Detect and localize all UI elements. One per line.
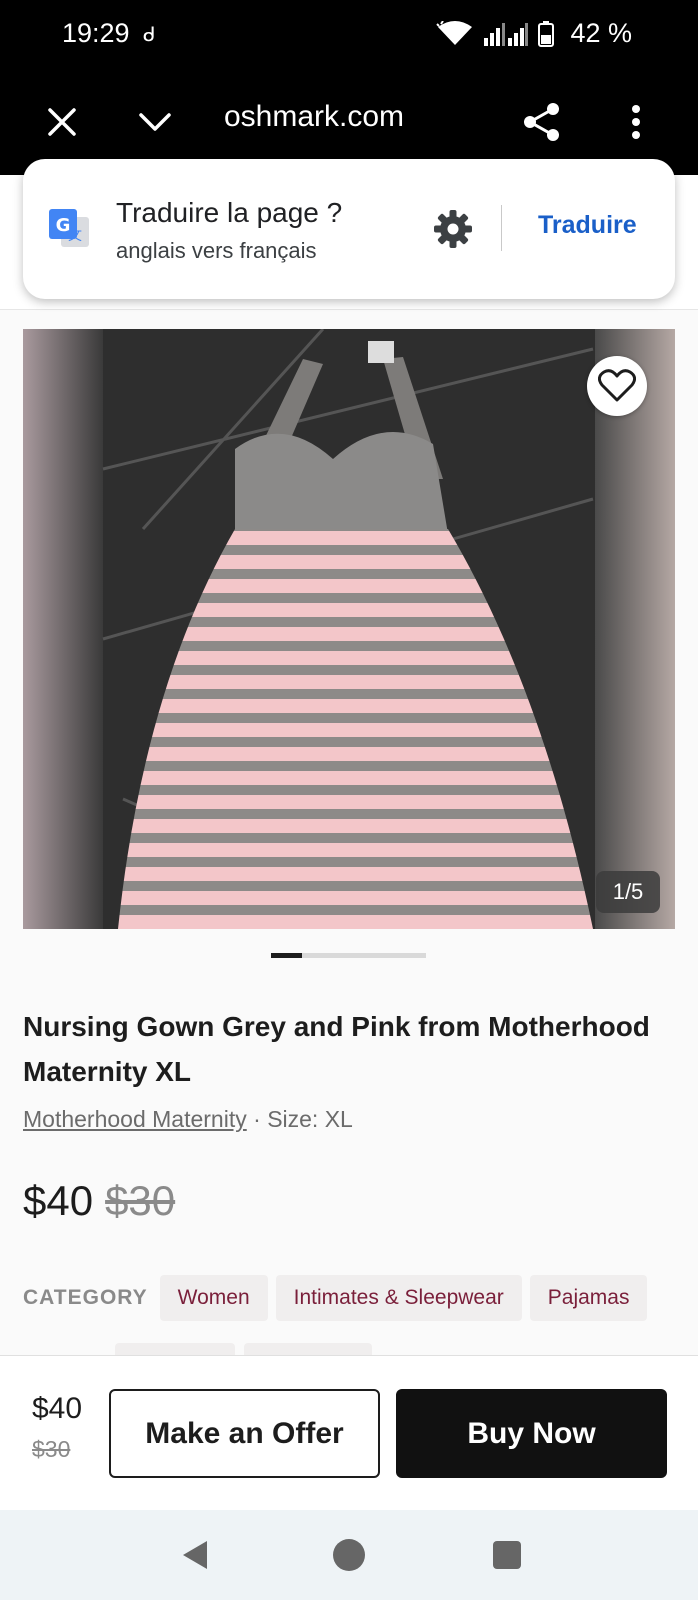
gear-icon[interactable] — [431, 207, 475, 251]
share-icon[interactable] — [518, 98, 566, 146]
peek-chip — [244, 1343, 372, 1355]
product-meta: Motherhood Maternity · Size: XL — [23, 1106, 353, 1133]
divider — [501, 205, 502, 251]
chevron-down-icon[interactable] — [131, 98, 179, 146]
like-button[interactable] — [587, 356, 647, 416]
url-text[interactable]: oshmark.com — [224, 100, 404, 134]
price-block: $40 $30 — [23, 1177, 175, 1225]
translate-prompt: 文 G Traduire la page ? anglais vers fran… — [23, 159, 675, 299]
category-chip-women[interactable]: Women — [159, 1275, 268, 1321]
product-title: Nursing Gown Grey and Pink from Motherho… — [23, 1011, 650, 1087]
product-photo — [23, 329, 675, 929]
action-bar-price: $40 — [32, 1392, 83, 1425]
close-icon[interactable] — [38, 98, 86, 146]
product-original-price: $30 — [105, 1177, 176, 1224]
category-row: CATEGORY Women Intimates & Sleepwear Paj… — [23, 1275, 648, 1321]
battery-percent: 42 % — [570, 18, 632, 48]
home-icon[interactable] — [326, 1532, 372, 1578]
battery-icon — [538, 20, 555, 47]
translate-subtitle: anglais vers français — [116, 238, 317, 263]
gallery-progress — [271, 953, 426, 958]
recents-icon[interactable] — [484, 1532, 530, 1578]
heart-icon — [598, 369, 636, 402]
signal-icon — [484, 22, 529, 46]
action-bar-original-price: $30 — [32, 1436, 71, 1462]
image-counter: 1/5 — [596, 871, 660, 913]
product-size: Size: XL — [267, 1106, 353, 1132]
meta-separator: · — [246, 1106, 268, 1132]
system-nav-bar — [0, 1510, 698, 1600]
status-bar: 19:29 ᑯ 42 % — [0, 0, 698, 70]
category-chip-intimates-sleepwear[interactable]: Intimates & Sleepwear — [275, 1275, 522, 1321]
translate-title: Traduire la page ? — [116, 197, 343, 228]
status-indicators: 42 % — [436, 18, 632, 49]
buy-now-button[interactable]: Buy Now — [396, 1389, 667, 1478]
gallery-progress-fill — [271, 953, 302, 958]
status-time: 19:29 — [62, 18, 130, 48]
back-icon[interactable] — [172, 1532, 218, 1578]
action-bar: $40 $30 Make an Offer Buy Now — [0, 1355, 698, 1510]
peek-chip — [115, 1343, 235, 1355]
category-label: CATEGORY — [23, 1286, 148, 1309]
translate-button[interactable]: Traduire — [538, 211, 637, 240]
svg-text:G: G — [56, 215, 71, 236]
product-price: $40 — [23, 1177, 94, 1224]
product-image[interactable] — [23, 329, 675, 929]
cast-icon: ᑯ — [143, 24, 156, 46]
category-chip-pajamas[interactable]: Pajamas — [529, 1275, 648, 1321]
wifi-icon — [436, 20, 473, 45]
google-translate-icon: 文 G — [49, 209, 89, 247]
more-vert-icon[interactable] — [612, 98, 660, 146]
brand-link[interactable]: Motherhood Maternity — [23, 1106, 247, 1132]
make-offer-button[interactable]: Make an Offer — [109, 1389, 380, 1478]
